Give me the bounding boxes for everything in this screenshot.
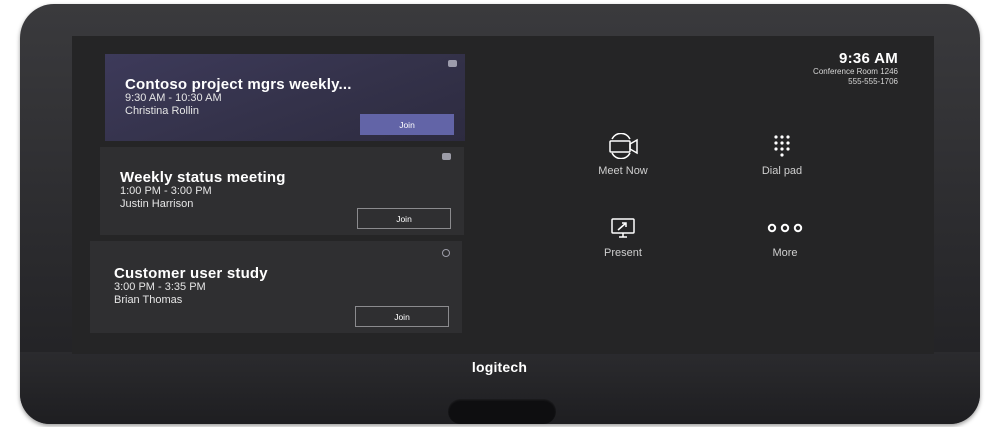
logitech-logo: logitech: [471, 359, 528, 375]
touch-screen: Contoso project mgrs weekly... 9:30 AM -…: [72, 36, 934, 354]
action-label: More: [772, 247, 798, 259]
meeting-time: 9:30 AM - 10:30 AM: [125, 92, 222, 104]
meeting-card[interactable]: Weekly status meeting 1:00 PM - 3:00 PM …: [100, 147, 464, 235]
current-time: 9:36 AM: [838, 50, 898, 67]
meeting-organizer: Brian Thomas: [114, 294, 183, 306]
skype-icon: [442, 249, 450, 257]
meeting-time: 3:00 PM - 3:35 PM: [114, 281, 206, 293]
meeting-title: Weekly status meeting: [120, 169, 286, 186]
meeting-title: Customer user study: [114, 265, 268, 282]
join-button[interactable]: Join: [357, 208, 451, 229]
teams-icon: [442, 153, 451, 160]
join-button[interactable]: Join: [355, 306, 449, 327]
room-phone: 555-555-1706: [848, 77, 898, 86]
meeting-title: Contoso project mgrs weekly...: [125, 76, 352, 93]
action-label: Dial pad: [761, 165, 803, 177]
video-camera-icon: [609, 133, 638, 159]
more-button[interactable]: More: [725, 213, 845, 259]
meeting-time: 1:00 PM - 3:00 PM: [120, 185, 212, 197]
dialpad-icon: [774, 135, 790, 157]
status-clock: 9:36 AM Conference Room 1246 555-555-170…: [813, 50, 898, 87]
proximity-sensor: [448, 399, 556, 424]
action-label: Present: [604, 247, 642, 259]
dial-pad-button[interactable]: Dial pad: [722, 131, 842, 177]
meeting-card[interactable]: Customer user study 3:00 PM - 3:35 PM Br…: [90, 241, 462, 333]
more-dots-icon: [767, 223, 803, 233]
meet-now-button[interactable]: Meet Now: [563, 131, 683, 177]
action-label: Meet Now: [598, 165, 648, 177]
join-button[interactable]: Join: [360, 114, 454, 135]
teams-icon: [448, 60, 457, 67]
meeting-card[interactable]: Contoso project mgrs weekly... 9:30 AM -…: [105, 54, 465, 141]
meeting-organizer: Justin Harrison: [120, 198, 194, 210]
present-button[interactable]: Present: [563, 213, 683, 259]
meeting-organizer: Christina Rollin: [125, 105, 199, 117]
present-screen-icon: [611, 218, 635, 238]
room-name: Conference Room 1246: [813, 67, 898, 76]
